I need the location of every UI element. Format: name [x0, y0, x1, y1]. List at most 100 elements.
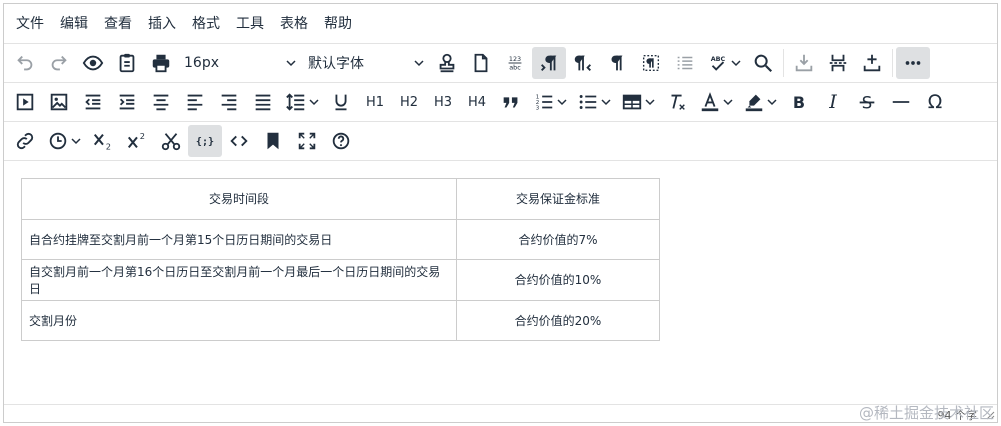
- special-char-button[interactable]: Ω: [918, 86, 952, 118]
- rtl-direction-button[interactable]: [566, 47, 600, 79]
- superscript-icon: 2: [127, 131, 145, 149]
- editor-content-area[interactable]: 交易时间段 交易保证金标准 自合约挂牌至交割月前一个月第15个日历日期间的交易日…: [4, 161, 997, 406]
- insert-image-button[interactable]: [42, 86, 76, 118]
- upload-button[interactable]: [855, 47, 889, 79]
- stamp-button[interactable]: [430, 47, 464, 79]
- new-document-button[interactable]: [464, 47, 498, 79]
- line-height-button[interactable]: [280, 86, 324, 118]
- menu-format[interactable]: 格式: [184, 9, 228, 39]
- ltr-paragraph-icon: [541, 55, 557, 71]
- toolbar-separator: [892, 49, 893, 77]
- italic-button[interactable]: I: [816, 86, 850, 118]
- menu-table[interactable]: 表格: [272, 9, 316, 39]
- source-code-button[interactable]: [222, 125, 256, 157]
- menu-help[interactable]: 帮助: [316, 9, 360, 39]
- table-cell[interactable]: 自合约挂牌至交割月前一个月第15个日历日期间的交易日: [21, 218, 457, 260]
- stamp-icon: [439, 53, 455, 73]
- heading-4-button[interactable]: H4: [460, 86, 494, 118]
- strikethrough-button[interactable]: S: [850, 86, 884, 118]
- spellcheck-icon: ABC: [711, 55, 726, 71]
- text-color-button[interactable]: [694, 86, 738, 118]
- code-sample-button[interactable]: {;}: [188, 125, 222, 157]
- chevron-down-icon: [309, 99, 319, 106]
- align-right-button[interactable]: [212, 86, 246, 118]
- clear-formatting-button[interactable]: [660, 86, 694, 118]
- menubar: 文件 编辑 查看 插入 格式 工具 表格 帮助: [4, 4, 997, 44]
- numbered-list-button[interactable]: 123: [528, 86, 572, 118]
- outdent-button[interactable]: [76, 86, 110, 118]
- code-sample-icon: {;}: [196, 137, 214, 148]
- spellcheck-button[interactable]: ABC: [702, 47, 746, 79]
- show-blocks-button[interactable]: [600, 47, 634, 79]
- align-justify-button[interactable]: [246, 86, 280, 118]
- underline-button[interactable]: [324, 86, 358, 118]
- heading-1-button[interactable]: H1: [358, 86, 392, 118]
- import-button[interactable]: [787, 47, 821, 79]
- undo-button[interactable]: [8, 47, 42, 79]
- fullscreen-button[interactable]: [290, 125, 324, 157]
- help-button[interactable]: [324, 125, 358, 157]
- table-cell[interactable]: 合约价值的20%: [456, 299, 660, 341]
- menu-insert[interactable]: 插入: [140, 9, 184, 39]
- ltr-direction-button[interactable]: [532, 47, 566, 79]
- bullet-list-button[interactable]: [572, 86, 616, 118]
- rtl-paragraph-icon: [574, 55, 591, 71]
- align-left-button[interactable]: [178, 86, 212, 118]
- fullscreen-icon: [298, 132, 316, 150]
- paste-button[interactable]: [110, 47, 144, 79]
- more-button[interactable]: [896, 47, 930, 79]
- status-bar: 94 个字: [4, 404, 997, 422]
- heading-2-button[interactable]: H2: [392, 86, 426, 118]
- number-format-button[interactable]: 123 abc: [498, 47, 532, 79]
- table-cell[interactable]: 合约价值的10%: [456, 259, 660, 301]
- align-center-button[interactable]: [144, 86, 178, 118]
- svg-text:abc: abc: [509, 63, 521, 71]
- search-replace-button[interactable]: [746, 47, 780, 79]
- menu-edit[interactable]: 编辑: [52, 9, 96, 39]
- font-size-select[interactable]: 16px: [178, 47, 302, 79]
- code-brackets-icon: [230, 135, 248, 147]
- bookmark-button[interactable]: [256, 125, 290, 157]
- clear-format-icon: [671, 94, 685, 110]
- svg-text:2: 2: [106, 141, 111, 151]
- table-cell[interactable]: 交易保证金标准: [456, 178, 660, 220]
- toolbar-row-3: 2 2 {;}: [4, 122, 997, 161]
- table-cell[interactable]: 自交割月前一个月第16个日历日至交割月前一个月最后一个日历日期间的交易日: [21, 259, 457, 301]
- redo-icon: [51, 55, 67, 71]
- subscript-button[interactable]: 2: [86, 125, 120, 157]
- clock-icon: [49, 132, 67, 150]
- blockquote-button[interactable]: [494, 86, 528, 118]
- indent-button[interactable]: [110, 86, 144, 118]
- strikethrough-icon: S: [859, 93, 875, 112]
- insert-datetime-button[interactable]: [42, 125, 86, 157]
- link-icon: [16, 132, 34, 150]
- table-cell[interactable]: 交割月份: [21, 299, 457, 341]
- cut-button[interactable]: [154, 125, 188, 157]
- menu-file[interactable]: 文件: [8, 9, 52, 39]
- preview-button[interactable]: [76, 47, 110, 79]
- table-button[interactable]: [616, 86, 660, 118]
- highlight-color-button[interactable]: [738, 86, 782, 118]
- heading-3-button[interactable]: H3: [426, 86, 460, 118]
- redo-button[interactable]: [42, 47, 76, 79]
- page-break-button[interactable]: [821, 47, 855, 79]
- watermark: @稀土掘金技术社区: [858, 404, 994, 422]
- superscript-button[interactable]: 2: [120, 125, 154, 157]
- print-button[interactable]: [144, 47, 178, 79]
- list-style-button[interactable]: [668, 47, 702, 79]
- chevron-down-icon: [731, 60, 741, 67]
- content-table[interactable]: 交易时间段 交易保证金标准 自合约挂牌至交割月前一个月第15个日历日期间的交易日…: [21, 178, 660, 341]
- table-cell[interactable]: 合约价值的7%: [456, 218, 660, 260]
- menu-tools[interactable]: 工具: [228, 9, 272, 39]
- font-family-select[interactable]: 默认字体: [302, 47, 430, 79]
- insert-link-button[interactable]: [8, 125, 42, 157]
- visual-blocks-button[interactable]: [634, 47, 668, 79]
- rich-text-editor: 文件 编辑 查看 插入 格式 工具 表格 帮助 16px 默认字体 123 ab…: [3, 3, 998, 423]
- table-cell[interactable]: 交易时间段: [21, 178, 457, 220]
- horizontal-rule-button[interactable]: [884, 86, 918, 118]
- insert-media-button[interactable]: [8, 86, 42, 118]
- bookmark-icon: [267, 132, 279, 150]
- bold-button[interactable]: B: [782, 86, 816, 118]
- menu-view[interactable]: 查看: [96, 9, 140, 39]
- add-tray-icon: [863, 54, 881, 72]
